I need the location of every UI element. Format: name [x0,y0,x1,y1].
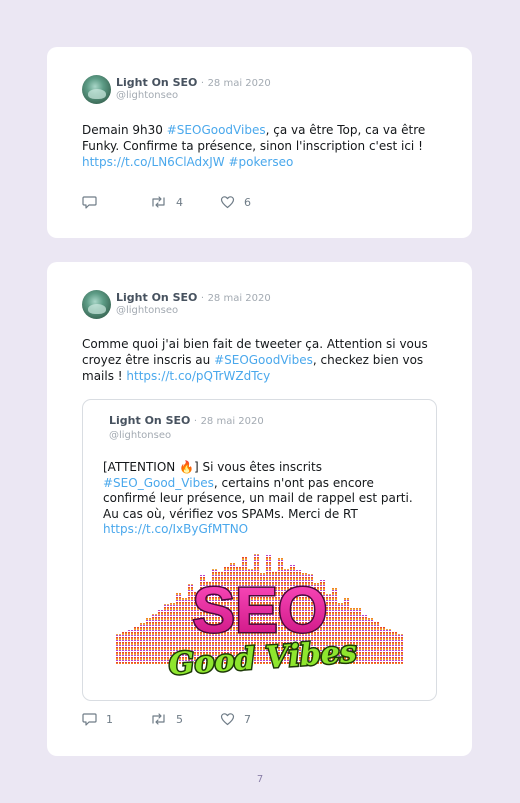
author-handle[interactable]: @lightonseo [116,90,178,101]
reply-button[interactable]: 1 [82,711,113,727]
quoted-author-line: Light On SEO · 28 mai 2020 [109,414,264,427]
quoted-tweet[interactable]: Light On SEO · 28 mai 2020 @lightonseo [… [82,399,437,701]
equalizer-bar [134,626,139,664]
equalizer-bar [386,629,391,664]
tweet-card: Light On SEO · 28 mai 2020 @lightonseo D… [47,47,472,238]
url-link[interactable]: https://t.co/pQTrWZdTcy [126,369,270,383]
avatar[interactable] [82,290,111,319]
seo-good-vibes-logo[interactable]: SEO Good Vibes [113,552,408,680]
tweet-card: Light On SEO · 28 mai 2020 @lightonseo C… [47,262,472,756]
flame-emoji: 🔥 [179,460,195,474]
reply-button[interactable] [82,194,106,210]
author-line: Light On SEO · 28 mai 2020 [116,76,271,89]
like-count: 6 [244,195,251,209]
author-name[interactable]: Light On SEO [116,76,197,89]
separator: · [193,416,198,427]
tweet-date[interactable]: 28 mai 2020 [208,78,271,89]
tweet-date[interactable]: 28 mai 2020 [208,293,271,304]
hashtag-link[interactable]: #SEOGoodVibes [167,123,266,137]
equalizer-bar [392,632,397,664]
page-number: 7 [256,774,264,785]
equalizer-bar [374,622,379,664]
text-segment: [ATTENTION [103,460,180,474]
author-line: Light On SEO · 28 mai 2020 [116,291,271,304]
avatar[interactable] [82,75,111,104]
like-icon [220,713,235,726]
retweet-button[interactable]: 5 [150,711,183,727]
equalizer-bar [380,627,385,664]
quoted-author-name[interactable]: Light On SEO [109,414,190,427]
logo-word: SEO [192,574,327,646]
equalizer-bar [140,623,145,664]
tweet-actions: 4 6 [82,194,382,210]
equalizer-bar [152,614,157,664]
quoted-handle[interactable]: @lightonseo [109,430,264,441]
equalizer-bar [146,618,151,664]
like-count: 7 [244,712,251,726]
hashtag-link[interactable]: #pokerseo [228,155,293,169]
reply-count: 1 [106,712,113,726]
retweet-icon [152,713,165,725]
equalizer-bar [128,630,133,664]
like-button[interactable]: 7 [220,711,251,727]
reply-icon [82,713,97,726]
quoted-header: Light On SEO · 28 mai 2020 @lightonseo [109,414,264,441]
equalizer-bar [116,634,121,664]
retweet-button[interactable]: 4 [150,194,183,210]
equalizer-bar [122,632,127,664]
hashtag-link[interactable]: #SEO_Good_Vibes [103,476,214,490]
like-icon [220,196,235,209]
retweet-count: 4 [176,195,183,209]
equalizer-bar [158,610,163,664]
hashtag-link[interactable]: #SEOGoodVibes [214,353,313,367]
like-button[interactable]: 6 [220,194,251,210]
separator: · [200,293,205,304]
author-handle[interactable]: @lightonseo [116,305,178,316]
url-link[interactable]: https://t.co/IxByGfMTNO [103,522,248,536]
equalizer-bar [368,618,373,664]
retweet-count: 5 [176,712,183,726]
separator: · [200,78,205,89]
author-name[interactable]: Light On SEO [116,291,197,304]
text-segment: Demain 9h30 [82,123,167,137]
tweet-text: Comme quoi j'ai bien fait de tweeter ça.… [82,336,442,384]
retweet-icon [152,196,165,208]
url-link[interactable]: https://t.co/LN6ClAdxJW [82,155,225,169]
quoted-date[interactable]: 28 mai 2020 [201,416,264,427]
text-segment: ] Si vous êtes inscrits [194,460,322,474]
reply-icon [82,196,97,209]
tweet-actions: 1 5 7 [82,711,382,727]
equalizer-bar [362,615,367,664]
equalizer-bar [398,634,403,664]
quoted-text: [ATTENTION 🔥] Si vous êtes inscrits #SEO… [103,460,423,538]
tweet-text: Demain 9h30 #SEOGoodVibes, ça va être To… [82,122,442,170]
